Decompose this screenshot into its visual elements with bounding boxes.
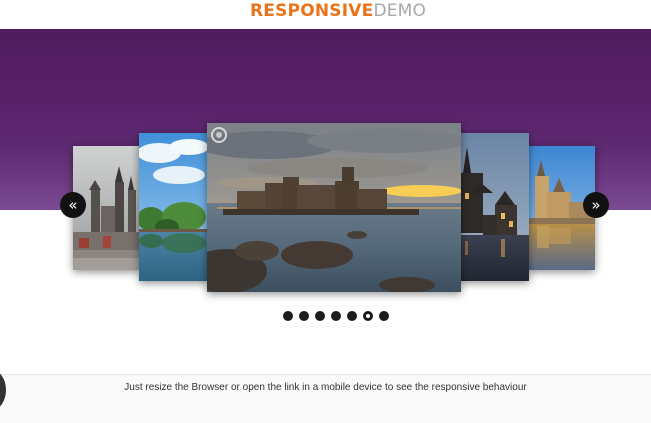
sea-castle-sunset-photo	[207, 123, 461, 292]
pagination-dot-2[interactable]	[299, 311, 309, 321]
autoplay-indicator-icon[interactable]	[211, 127, 227, 143]
logo-strong-text: RESPONSIVE	[250, 1, 374, 21]
page-header: RESPONSIVEDEMO	[0, 0, 651, 29]
pagination-dot-3[interactable]	[315, 311, 325, 321]
footer-instruction-text: Just resize the Browser or open the link…	[124, 382, 527, 393]
logo-light-text: DEMO	[373, 1, 427, 21]
pagination-dot-6-active[interactable]	[363, 311, 373, 321]
carousel-slide-lakeside-chateau[interactable]	[459, 133, 529, 281]
carousel-pagination	[283, 311, 389, 323]
pagination-dot-4[interactable]	[331, 311, 341, 321]
pagination-dot-1[interactable]	[283, 311, 293, 321]
pagination-dot-7[interactable]	[379, 311, 389, 321]
carousel-next-button[interactable]: »	[583, 192, 609, 218]
page-footer: Just resize the Browser or open the link…	[0, 374, 651, 423]
site-logo: RESPONSIVEDEMO	[250, 1, 426, 21]
lake-trees-photo	[139, 133, 209, 281]
lakeside-chateau-night-photo	[459, 133, 529, 281]
pagination-dot-5[interactable]	[347, 311, 357, 321]
carousel-prev-button[interactable]: «	[60, 192, 86, 218]
carousel-slide-sea-castle[interactable]	[207, 123, 461, 292]
carousel-slide-lake-trees[interactable]	[139, 133, 209, 281]
